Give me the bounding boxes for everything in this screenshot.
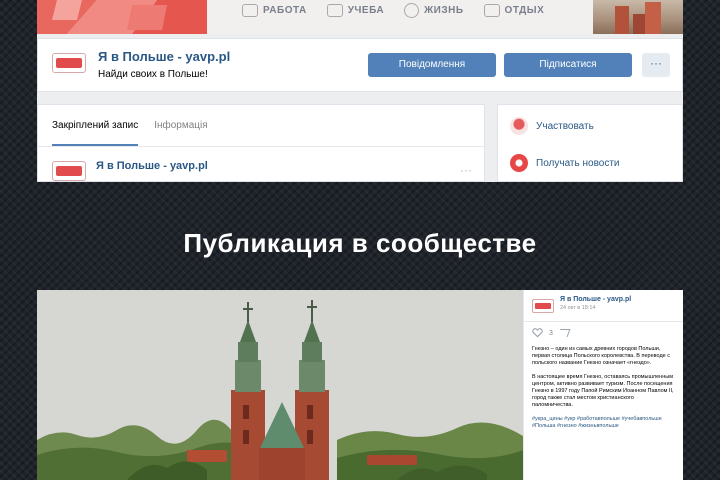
life-icon: [404, 2, 420, 18]
pinned-post-header: Я в Польше - yavp.pl: [52, 160, 208, 181]
cover-city-photo: [593, 0, 683, 34]
post-hashtags[interactable]: #укра_цины #укр #работавпольше #учебавпо…: [532, 416, 675, 430]
cover-menu-label: УЧЕБА: [347, 4, 385, 16]
heart-icon[interactable]: [532, 328, 543, 338]
cover-menu-item-rest[interactable]: ОТДЫХ: [483, 3, 545, 17]
cover-menu-item-life[interactable]: ЖИЗНЬ: [404, 2, 464, 18]
post-text: Гнезно – один из самых древних городов П…: [532, 346, 675, 410]
group-status: Найди своих в Польше!: [98, 69, 208, 80]
cover-menu-label: ОТДЫХ: [504, 4, 545, 16]
avatar-icon: [510, 117, 528, 135]
post-screenshot: Я в Польше - yavp.pl 24 окт в 18:14 3 Гн…: [37, 290, 683, 480]
post-paragraph: Гнезно – один из самых древних городов П…: [532, 346, 670, 367]
post-menu-button[interactable]: ···: [460, 163, 472, 177]
group-cover: РАБОТА УЧЕБА ЖИЗНЬ ОТДЫХ: [37, 0, 683, 34]
join-label: Участвовать: [536, 120, 594, 132]
cover-pattern: [37, 0, 207, 34]
message-button[interactable]: Повідомлення: [368, 53, 496, 77]
cover-menu-item-study[interactable]: УЧЕБА: [326, 3, 385, 17]
post-details-panel: Я в Польше - yavp.pl 24 окт в 18:14 3 Гн…: [523, 290, 683, 480]
share-icon[interactable]: [557, 329, 571, 337]
post-photo[interactable]: [37, 290, 523, 480]
cover-menu-label: ЖИЗНЬ: [424, 4, 464, 16]
book-icon: [326, 3, 343, 17]
cover-menu-label: РАБОТА: [263, 4, 307, 16]
group-actions-sidebar: Участвовать Получать новости: [497, 104, 683, 182]
post-author-name[interactable]: Я в Польше - yavp.pl: [560, 296, 631, 303]
like-count: 3: [549, 329, 553, 337]
logo-mark: [56, 58, 82, 68]
notification-icon: [510, 154, 528, 172]
subscribe-button[interactable]: Підписатися: [504, 53, 632, 77]
tab-info[interactable]: Інформація: [154, 105, 207, 146]
divider: [524, 321, 683, 322]
cover-menu: РАБОТА УЧЕБА ЖИЗНЬ ОТДЫХ: [242, 0, 544, 20]
group-page-screenshot: РАБОТА УЧЕБА ЖИЗНЬ ОТДЫХ Я в Польше - ya…: [37, 0, 683, 182]
group-logo[interactable]: [52, 53, 86, 73]
post-header: Я в Польше - yavp.pl 24 окт в 18:14: [532, 296, 675, 313]
post-author-avatar[interactable]: [52, 161, 86, 181]
wall-tabs: Закріплений запис Інформація: [38, 105, 484, 147]
group-header: Я в Польше - yavp.pl Найди своих в Польш…: [37, 38, 683, 92]
group-name[interactable]: Я в Польше - yavp.pl: [98, 49, 230, 64]
section-heading: Публикация в сообществе: [183, 228, 537, 258]
get-news-label: Получать новости: [536, 157, 620, 169]
more-button[interactable]: ···: [642, 53, 670, 77]
wall-block: Закріплений запис Інформація Я в Польше …: [37, 104, 485, 182]
briefcase-icon: [242, 3, 258, 17]
post-author-name[interactable]: Я в Польше - yavp.pl: [96, 160, 208, 172]
car-icon: [483, 3, 500, 17]
cover-menu-item-work[interactable]: РАБОТА: [242, 3, 307, 17]
join-button[interactable]: Участвовать: [510, 117, 594, 135]
post-author-avatar[interactable]: [532, 299, 554, 313]
get-news-button[interactable]: Получать новости: [510, 154, 620, 172]
post-actions: 3: [532, 328, 675, 338]
post-paragraph: В настоящее время Гнезно, оставаясь пром…: [532, 373, 674, 409]
post-date[interactable]: 24 окт в 18:14: [560, 305, 631, 311]
tab-pinned-post[interactable]: Закріплений запис: [52, 105, 139, 146]
